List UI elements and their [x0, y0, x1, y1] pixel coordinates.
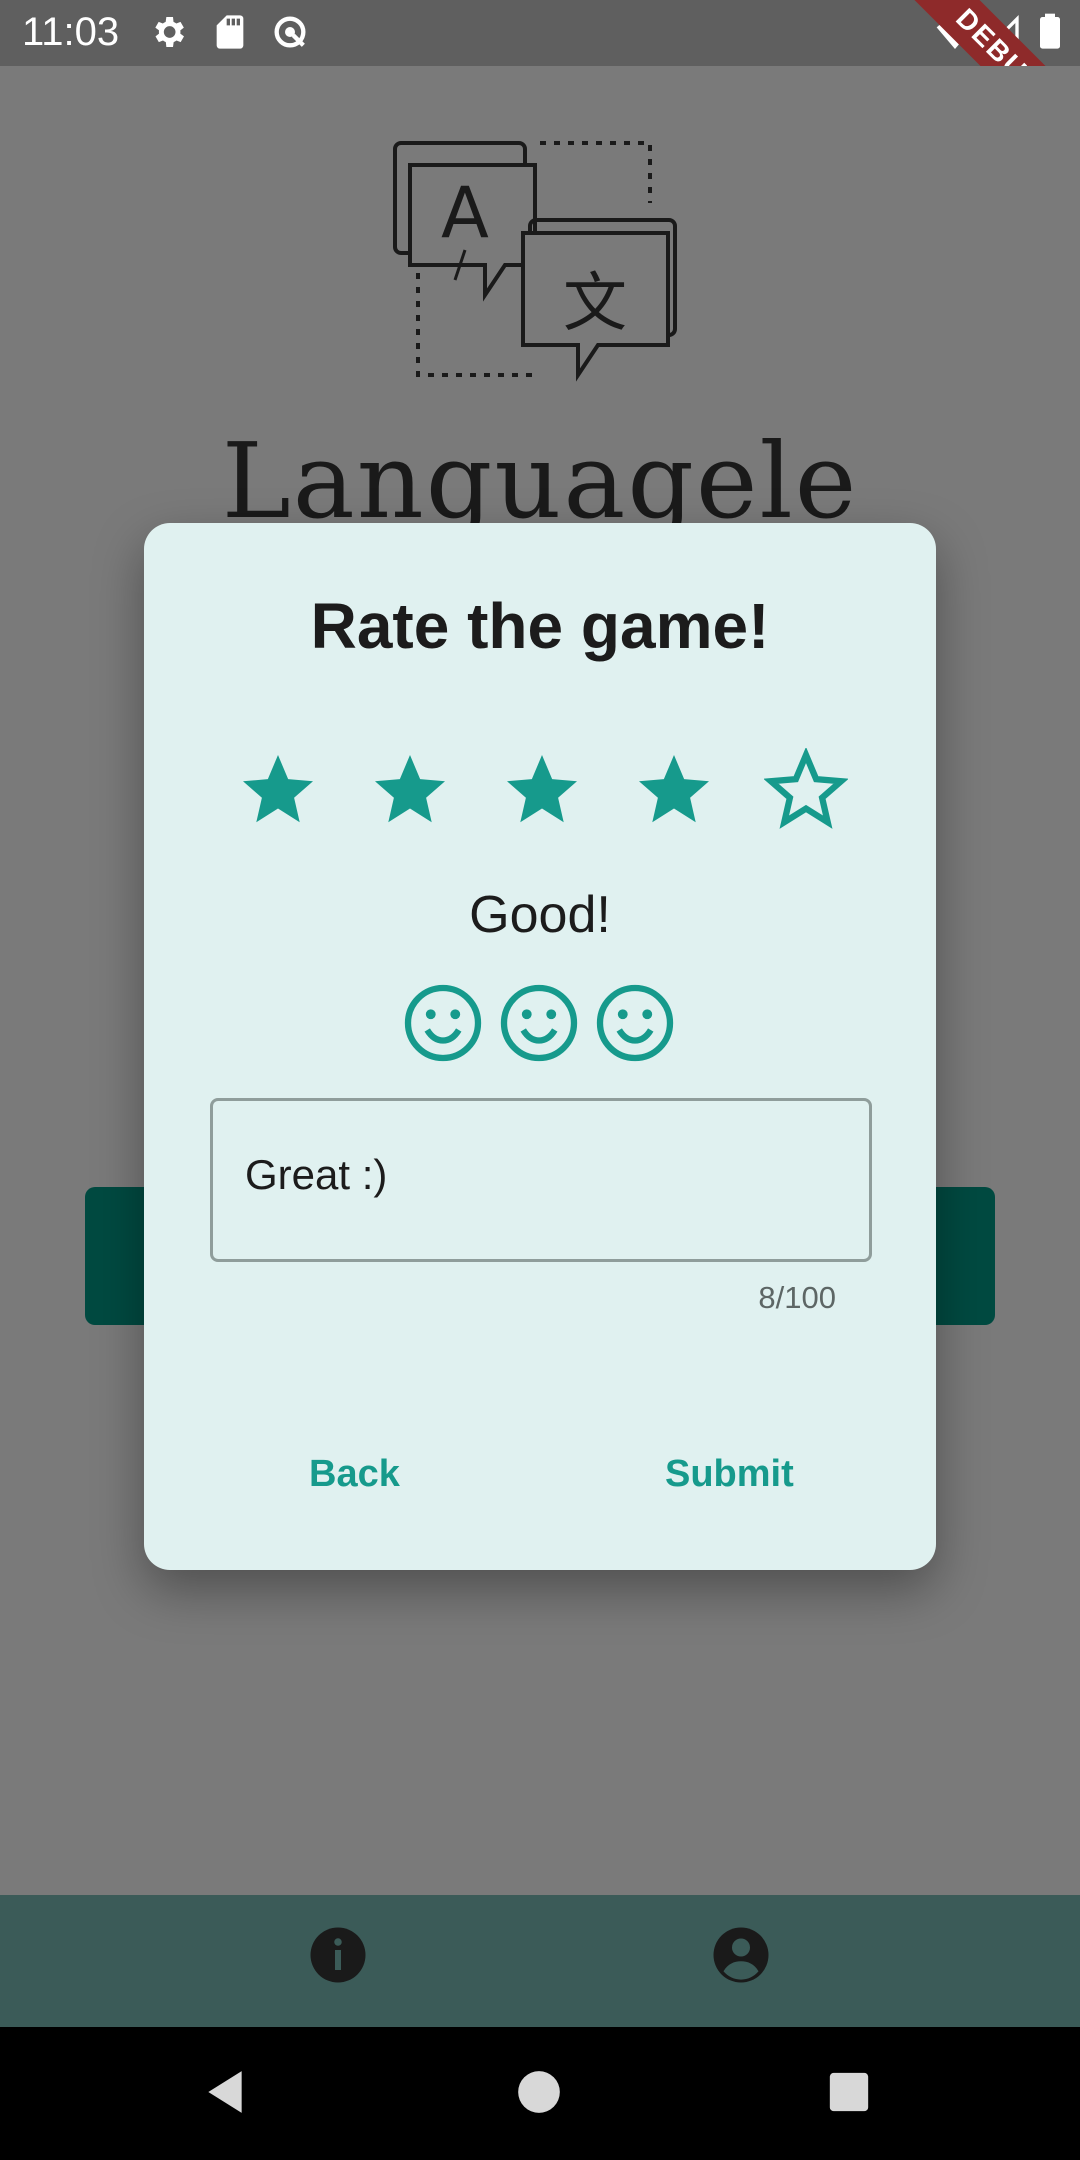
sd-card-icon	[216, 15, 244, 49]
svg-text:A: A	[441, 172, 489, 254]
star-5-icon[interactable]	[764, 748, 848, 832]
status-bar: 11:03	[0, 0, 1080, 66]
sync-icon	[274, 16, 306, 48]
smiley-icon	[404, 984, 482, 1062]
submit-button[interactable]: Submit	[665, 1453, 794, 1496]
settings-icon	[155, 17, 184, 47]
battery-icon	[1040, 13, 1060, 49]
home-circle-icon[interactable]	[514, 2067, 564, 2117]
comment-text[interactable]: Great :)	[245, 1151, 387, 1199]
account-icon[interactable]	[711, 1925, 771, 1985]
info-icon[interactable]	[308, 1925, 368, 1985]
smiley-icon	[596, 984, 674, 1062]
comment-input[interactable]: Great :)	[210, 1098, 872, 1262]
rating-label: Good!	[469, 886, 611, 944]
star-1-icon[interactable]	[236, 748, 320, 832]
star-rating[interactable]	[236, 748, 856, 838]
back-triangle-icon[interactable]	[200, 2067, 250, 2117]
system-navigation-bar	[0, 2027, 1080, 2160]
smiley-row	[401, 981, 701, 1071]
star-4-icon[interactable]	[632, 748, 716, 832]
svg-text:文: 文	[563, 267, 627, 341]
translate-logo-icon: A 文	[393, 141, 677, 382]
rate-dialog: Rate the game! Good! Great :) 8/100 Back…	[144, 523, 936, 1570]
recents-square-icon[interactable]	[826, 2069, 872, 2115]
bottom-navigation	[0, 1895, 1080, 2027]
star-2-icon[interactable]	[368, 748, 452, 832]
status-time: 11:03	[22, 10, 120, 54]
back-button[interactable]: Back	[309, 1453, 400, 1496]
smiley-icon	[500, 984, 578, 1062]
star-3-icon[interactable]	[500, 748, 584, 832]
dialog-title: Rate the game!	[310, 590, 770, 662]
character-counter: 8/100	[758, 1280, 836, 1315]
